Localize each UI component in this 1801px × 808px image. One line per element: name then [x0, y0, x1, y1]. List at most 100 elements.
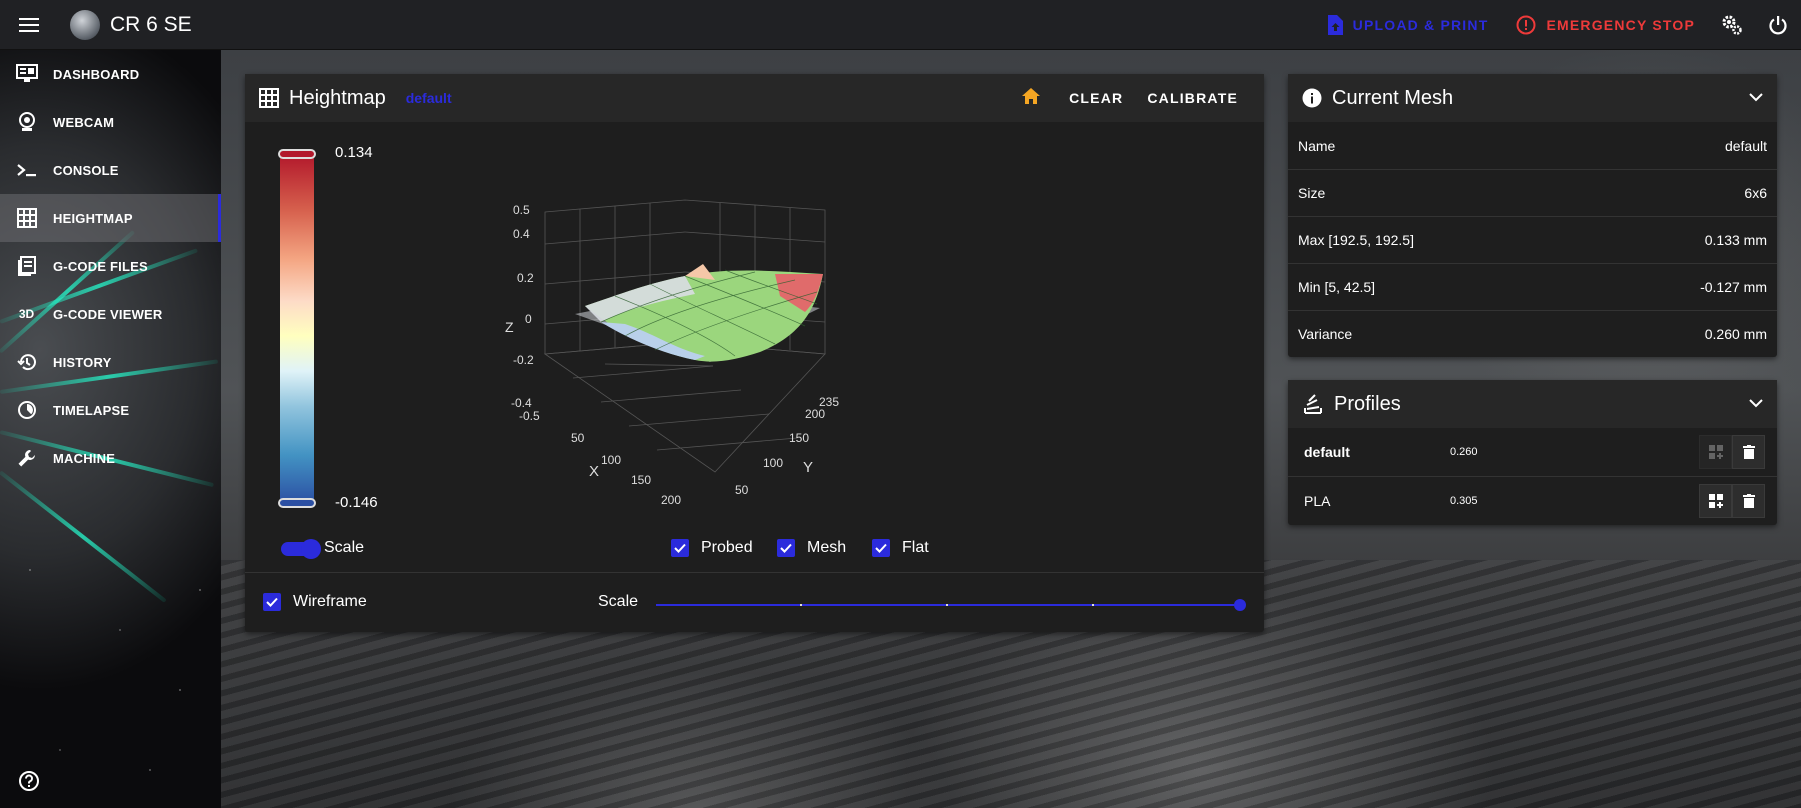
delete-icon	[1742, 493, 1755, 508]
z-tick-label: -0.4	[511, 396, 532, 410]
emergency-stop-button[interactable]: EMERGENCY STOP	[1502, 0, 1709, 50]
upload-print-button[interactable]: UPLOAD & PRINT	[1313, 0, 1503, 50]
collapse-button[interactable]	[1749, 395, 1763, 413]
scale-slider-thumb[interactable]	[1234, 599, 1246, 611]
heightmap-3d-plot[interactable]: 0.5 0.4 0.2 0 -0.2 -0.4 -0.5 Z 50 100 15…	[505, 184, 925, 504]
mesh-checkbox[interactable]: Mesh	[777, 539, 846, 557]
current-mesh-card: Current Mesh Name default Size 6x6 Max [19…	[1288, 74, 1777, 357]
scale-toggle[interactable]	[281, 539, 321, 559]
mesh-label: Mesh	[807, 539, 847, 556]
z-tick-label: 0.2	[517, 271, 534, 285]
sidebar-item-label: G-CODE VIEWER	[53, 306, 163, 322]
x-tick-label: 50	[571, 431, 585, 445]
information-icon	[1302, 88, 1322, 108]
webcam-icon	[18, 112, 35, 131]
sidebar-item-label: DASHBOARD	[53, 66, 140, 82]
monitor-dashboard-icon	[15, 64, 38, 82]
mesh-info-label: Name	[1298, 137, 1336, 154]
active-profile-chip: default	[405, 90, 452, 106]
flat-checkbox[interactable]: Flat	[872, 539, 929, 557]
profiles-header[interactable]: Profiles	[1288, 380, 1777, 428]
mesh-info-row: Size 6x6	[1288, 169, 1777, 216]
legend-min-handle[interactable]	[278, 498, 316, 508]
slider-tick	[946, 604, 948, 606]
home-icon	[1022, 87, 1041, 104]
mesh-info-value: 0.260 mm	[1704, 326, 1767, 342]
scale-slider-track[interactable]	[656, 604, 1240, 606]
sidebar-item-label: HISTORY	[53, 354, 112, 370]
y-tick-label: 200	[805, 407, 825, 421]
legend-min-value: -0.146	[335, 494, 378, 511]
legend-max-handle[interactable]	[278, 149, 316, 159]
slider-tick	[1092, 604, 1094, 606]
home-button[interactable]	[1005, 87, 1057, 110]
probed-checkbox[interactable]: Probed	[671, 539, 753, 557]
profile-variance: 0.260	[1450, 446, 1478, 458]
z-tick-label: -0.5	[519, 409, 540, 423]
profiles-title: Profiles	[1334, 392, 1401, 415]
profile-row[interactable]: default 0.260	[1288, 428, 1777, 476]
sidebar-item-machine[interactable]: MACHINE	[0, 434, 221, 482]
sidebar-item-history[interactable]: HISTORY	[0, 338, 221, 386]
delete-profile-button[interactable]	[1732, 483, 1765, 518]
mesh-info-value: 6x6	[1744, 185, 1767, 201]
settings-button[interactable]	[1709, 0, 1755, 50]
flat-label: Flat	[902, 539, 929, 556]
sidebar-item-timelapse[interactable]: TIMELAPSE	[0, 386, 221, 434]
x-tick-label: 200	[661, 493, 681, 504]
sidebar-item-heightmap[interactable]: HEIGHTMAP	[0, 194, 221, 242]
legend-max-value: 0.134	[335, 144, 373, 161]
emergency-stop-label: EMERGENCY STOP	[1546, 16, 1695, 33]
z-axis-label: Z	[505, 319, 514, 335]
sidebar-item-label: WEBCAM	[53, 114, 115, 130]
layers-stack-icon	[1304, 394, 1322, 414]
grid-icon	[259, 88, 279, 108]
wrench-icon	[18, 450, 35, 467]
profile-variance: 0.305	[1450, 494, 1478, 507]
x-tick-label: 150	[631, 473, 651, 487]
profile-name: default	[1304, 444, 1350, 460]
history-icon	[16, 354, 36, 371]
z-tick-label: 0.4	[513, 227, 530, 241]
sidebar-item-label: MACHINE	[53, 450, 116, 466]
view-grid-plus-icon	[1708, 445, 1723, 459]
heightmap-card: Heightmap default CLEAR CALIBRATE 0.134 …	[245, 74, 1264, 632]
alert-circle-icon	[1516, 15, 1536, 34]
load-profile-button[interactable]	[1699, 483, 1732, 518]
printer-logo	[70, 9, 100, 40]
z-tick-label: 0	[525, 312, 532, 326]
y-axis-label: Y	[803, 459, 813, 476]
z-tick-label: -0.2	[513, 353, 534, 367]
profiles-card: Profiles default 0.260 PLA 0.305	[1288, 380, 1777, 525]
calibrate-button[interactable]: CALIBRATE	[1135, 90, 1250, 106]
file-document-icon	[17, 256, 36, 276]
color-scale-bar	[280, 154, 314, 504]
wireframe-checkbox[interactable]: Wireframe	[263, 593, 367, 611]
menu-button[interactable]	[0, 0, 58, 50]
checkbox-checked-icon	[777, 539, 795, 557]
collapse-button[interactable]	[1749, 89, 1763, 107]
sidebar-item-gcode-viewer[interactable]: 3D G-CODE VIEWER	[0, 290, 221, 338]
x-axis-label: X	[589, 463, 599, 480]
sidebar-item-webcam[interactable]: WEBCAM	[0, 98, 221, 146]
help-button[interactable]	[18, 770, 40, 797]
sidebar-item-dashboard[interactable]: DASHBOARD	[0, 50, 221, 98]
delete-profile-button[interactable]	[1732, 435, 1765, 469]
mesh-info-label: Size	[1298, 185, 1326, 201]
probed-label: Probed	[701, 539, 753, 556]
mesh-info-row: Variance 0.260 mm	[1288, 310, 1777, 357]
clear-button[interactable]: CLEAR	[1057, 90, 1135, 106]
power-button[interactable]	[1755, 0, 1801, 50]
cog-icon	[1722, 15, 1742, 35]
current-mesh-header[interactable]: Current Mesh	[1288, 74, 1777, 122]
load-profile-button[interactable]	[1699, 435, 1732, 469]
help-circle-icon	[19, 771, 39, 791]
sidebar-item-label: TIMELAPSE	[53, 402, 130, 418]
mesh-info-row: Name default	[1288, 122, 1777, 169]
checkbox-checked-icon	[671, 539, 689, 557]
heightmap-header: Heightmap default CLEAR CALIBRATE	[245, 74, 1264, 122]
sidebar-item-console[interactable]: CONSOLE	[0, 146, 221, 194]
sidebar-item-gcode-files[interactable]: G-CODE FILES	[0, 242, 221, 290]
profile-row[interactable]: PLA 0.305	[1288, 476, 1777, 524]
app-title: CR 6 SE	[110, 12, 192, 36]
